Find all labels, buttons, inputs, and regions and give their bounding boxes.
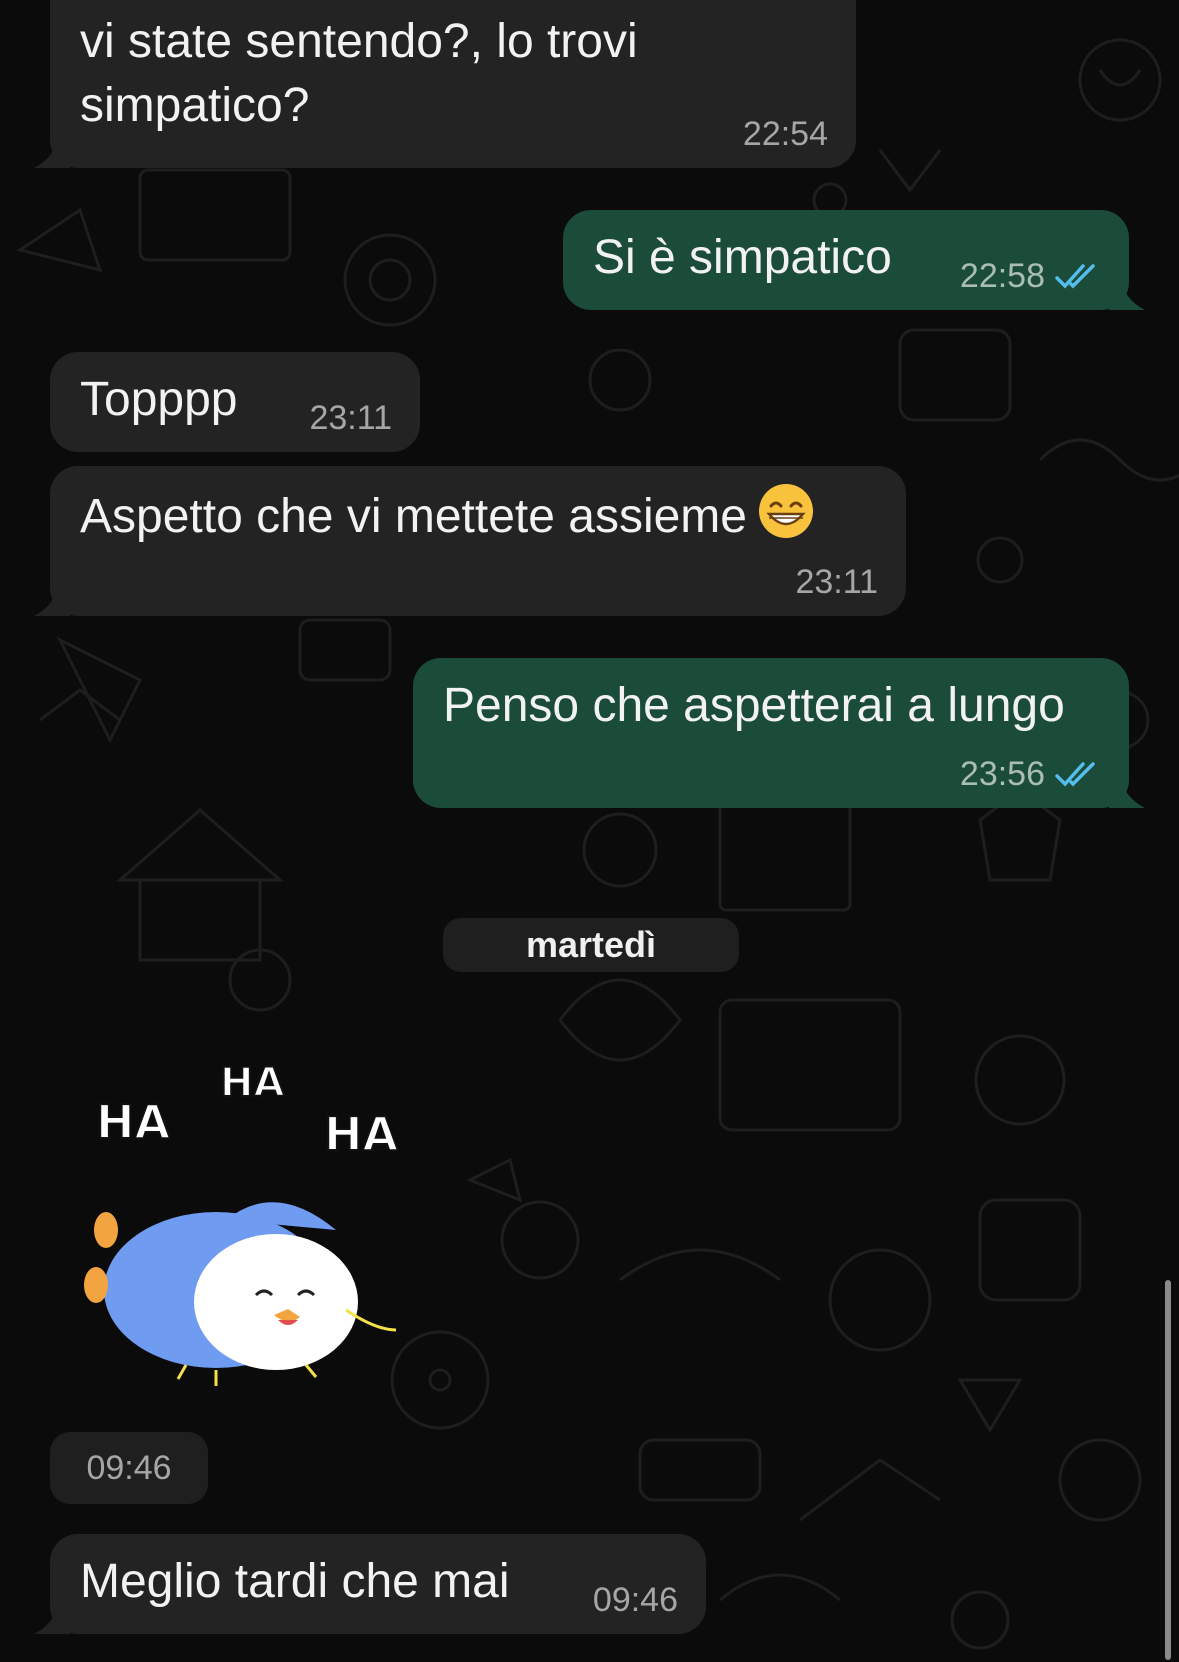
message-text: Topppp (80, 373, 238, 426)
bubble-tail (34, 138, 70, 168)
incoming-message-bubble[interactable]: Topppp 23:11 (50, 352, 420, 452)
message-timestamp: 22:58 (959, 257, 1045, 295)
incoming-message-bubble[interactable]: Meglio tardi che mai 09:46 (34, 1534, 706, 1634)
message-timestamp: 23:11 (309, 399, 392, 437)
message-meta: 23:11 (309, 398, 392, 438)
scrollbar-thumb[interactable] (1165, 1280, 1171, 1660)
message-text: Meglio tardi che mai (80, 1555, 510, 1608)
incoming-message-bubble[interactable]: vi state sentendo?, lo trovi simpatico? … (34, 0, 856, 168)
message-meta: 23:11 (795, 562, 878, 602)
message-meta: 22:54 (743, 114, 828, 154)
grinning-face-with-smiling-eyes-icon (758, 484, 813, 538)
message-meta: 23:56 (960, 754, 1101, 794)
bubble-tail (34, 586, 70, 616)
bubble-tail (1109, 778, 1145, 808)
message-meta: 22:58 (960, 256, 1101, 296)
penguin-sticker-art: HA HA HA (84, 1059, 399, 1386)
incoming-message-bubble[interactable]: Aspetto che vi mettete assieme 23:11 (34, 466, 906, 616)
chat-view[interactable]: vi state sentendo?, lo trovi simpatico? … (0, 0, 1179, 1662)
sticker-timestamp: 09:46 (50, 1432, 208, 1504)
outgoing-message-bubble[interactable]: Penso che aspetterai a lungo 23:56 (413, 658, 1145, 808)
message-text: Penso che aspetterai a lungo (443, 679, 1065, 732)
sticker-text: HA (220, 1060, 284, 1106)
double-check-read-icon (1055, 762, 1095, 787)
bubble-tail (1109, 280, 1145, 310)
sticker-text: HA (324, 1107, 398, 1161)
message-text: vi state sentendo?, lo trovi (80, 15, 638, 68)
double-check-read-icon (1055, 264, 1095, 289)
message-text: Si è simpatico (593, 231, 892, 284)
message-timestamp: 09:46 (592, 1581, 678, 1619)
message-timestamp: 23:11 (795, 563, 878, 601)
message-text: simpatico? (80, 79, 310, 132)
message-timestamp: 23:56 (959, 755, 1045, 793)
date-separator: martedì (443, 918, 739, 972)
message-timestamp: 22:54 (742, 115, 828, 153)
message-text: Aspetto che vi mettete assieme (80, 490, 747, 543)
sticker-text: HA (96, 1095, 170, 1149)
laughing-penguin-sticker[interactable]: HA HA HA (66, 1040, 426, 1400)
bubble-tail (34, 1604, 70, 1634)
outgoing-message-bubble[interactable]: Si è simpatico 22:58 (563, 210, 1145, 310)
message-meta: 09:46 (593, 1580, 678, 1620)
